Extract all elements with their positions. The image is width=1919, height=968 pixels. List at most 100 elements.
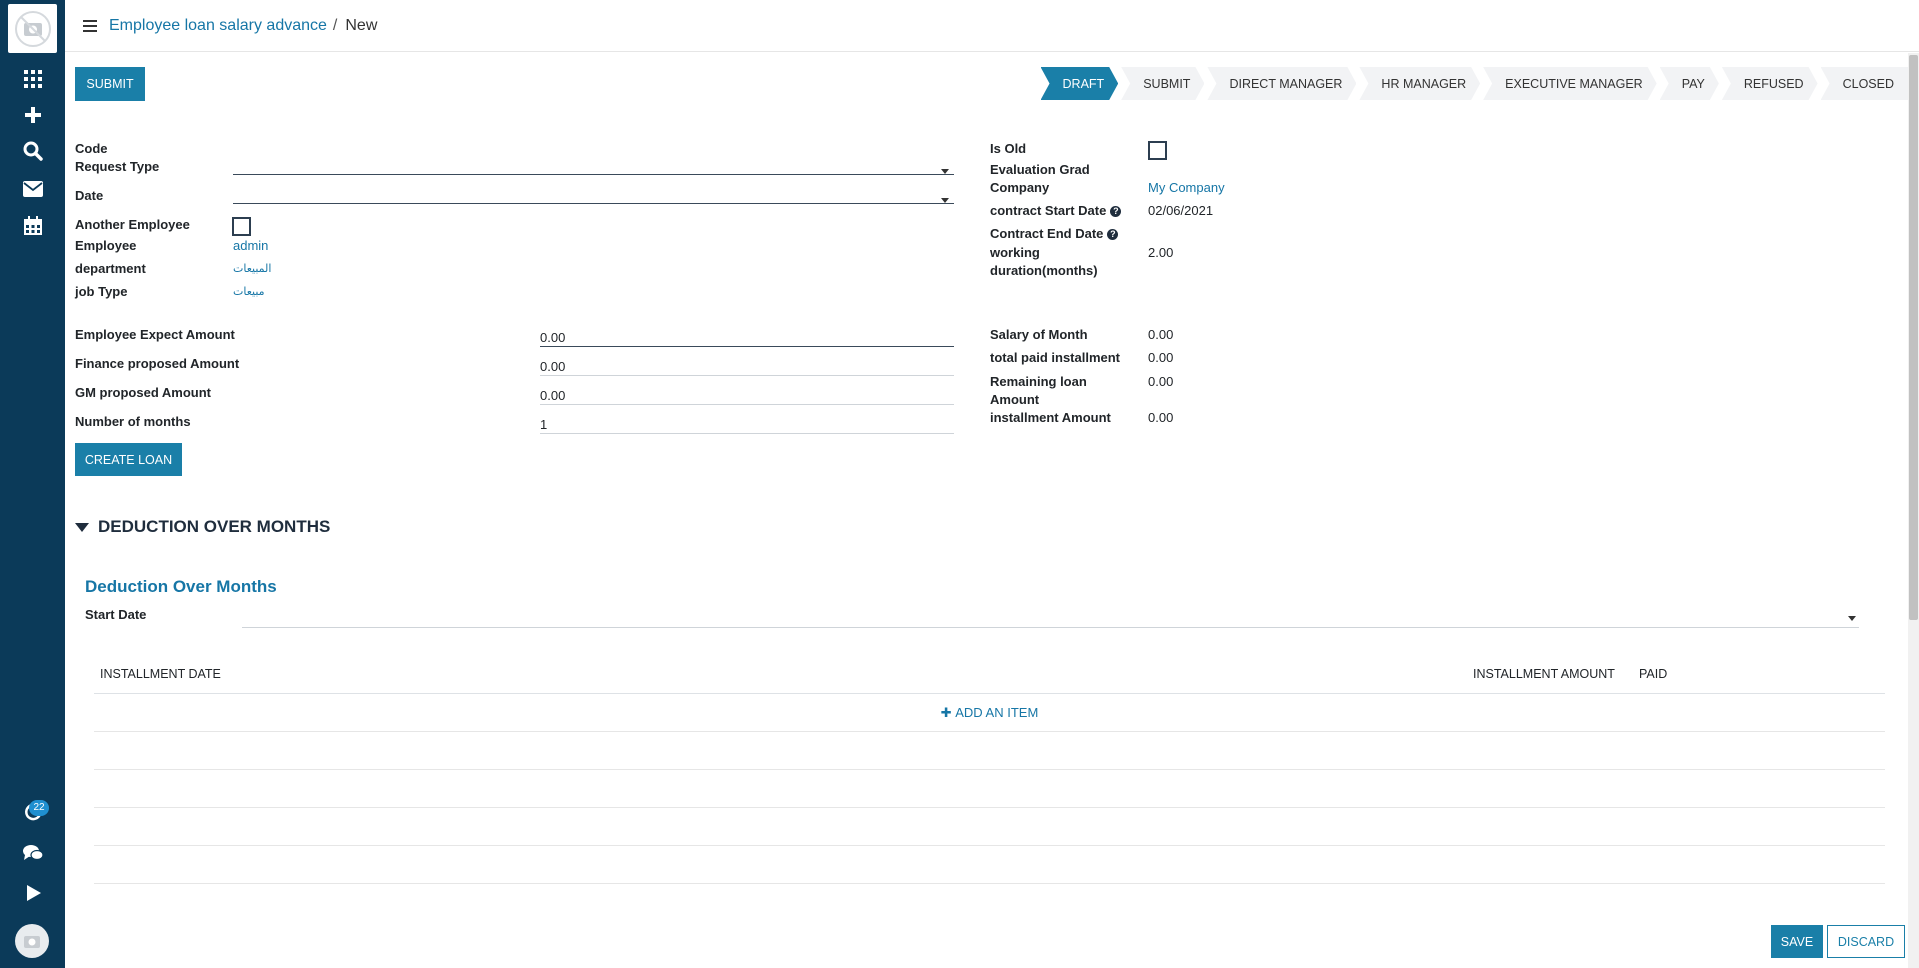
total-paid-installment-value: 0.00 [1148,350,1174,365]
finance-proposed-amount-label: Finance proposed Amount [75,356,240,371]
plus-icon[interactable] [20,102,45,127]
table-row [94,770,1885,808]
finance-proposed-amount-input[interactable] [540,354,954,376]
stage-draft[interactable]: DRAFT [1041,67,1119,100]
form-view: SUBMIT DRAFT SUBMIT DIRECT MANAGER HR MA… [65,53,1908,968]
request-type-select[interactable] [233,157,954,175]
number-of-months-label: Number of months [75,414,191,429]
working-duration-label-1: working [990,245,1040,260]
working-duration-value: 2.00 [1148,245,1174,260]
table-header: INSTALLMENT DATE INSTALLMENT AMOUNT PAID [94,654,1885,694]
app-sidebar: 22 [0,0,65,968]
remaining-loan-label-1: Remaining loan [990,374,1087,389]
job-type-label: job Type [75,284,128,299]
contract-start-value: 02/06/2021 [1148,203,1214,218]
table-row [94,808,1885,846]
page-scrollbar-thumb[interactable] [1909,55,1918,620]
deduction-section-title: DEDUCTION OVER MONTHS [98,517,331,536]
stage-submit[interactable]: SUBMIT [1121,67,1204,100]
gm-proposed-amount-value: 0.00 [540,388,566,403]
department-label: department [75,261,146,276]
installments-table: INSTALLMENT DATE INSTALLMENT AMOUNT PAID… [94,654,1885,884]
save-button[interactable]: SAVE [1771,925,1823,958]
stage-pay[interactable]: PAY [1660,67,1719,100]
total-paid-installment-label: total paid installment [990,350,1121,365]
date-label: Date [75,188,104,203]
breadcrumb-current: New [345,16,378,34]
company-label: Company [990,180,1050,195]
gm-proposed-amount-input[interactable] [540,383,954,405]
deduction-subtitle: Deduction Over Months [85,577,277,596]
company-logo[interactable] [8,4,57,53]
employee-expect-amount-input[interactable] [540,325,954,347]
start-date-input[interactable] [242,605,1859,628]
contract-end-label: Contract End Date? [990,226,1119,241]
stage-executive-manager[interactable]: EXECUTIVE MANAGER [1483,67,1657,100]
is-old-label: Is Old [990,141,1027,156]
employee-value-link[interactable]: admin [233,238,268,253]
discard-button[interactable]: DISCARD [1827,925,1905,958]
stage-hr-manager[interactable]: HR MANAGER [1359,67,1480,100]
stage-direct-manager[interactable]: DIRECT MANAGER [1207,67,1356,100]
evaluation-grad-label: Evaluation Grad [990,162,1090,177]
table-row [94,732,1885,770]
another-employee-label: Another Employee [75,217,190,232]
create-loan-button[interactable]: CREATE LOAN [75,443,182,476]
column-installment-amount[interactable]: INSTALLMENT AMOUNT [1473,667,1615,681]
mail-icon[interactable] [20,176,45,201]
installment-amount-label: installment Amount [990,410,1111,425]
breadcrumb-separator: / [332,16,338,34]
add-an-item-link[interactable]: ✚ ADD AN ITEM [94,705,1885,721]
contract-start-label: contract Start Date? [990,203,1122,218]
code-label: Code [75,141,108,156]
camera-placeholder-icon [24,936,40,948]
breadcrumb-parent-link[interactable]: Employee loan salary advance [109,17,327,35]
number-of-months-value: 1 [540,417,548,432]
stage-refused[interactable]: REFUSED [1722,67,1818,100]
job-type-value-link[interactable]: مبيعات [233,285,265,298]
chevron-down-icon [941,198,949,203]
help-icon[interactable]: ? [1107,228,1119,240]
salary-of-month-value: 0.00 [1148,327,1174,342]
column-installment-date[interactable]: INSTALLMENT DATE [100,667,221,681]
caret-down-icon [75,522,89,532]
play-icon[interactable] [20,880,45,905]
working-duration-label-2: duration(months) [990,263,1098,278]
remaining-loan-label-2: Amount [990,392,1040,407]
apps-grid-icon[interactable] [20,66,45,91]
table-row [94,846,1885,884]
search-icon[interactable] [20,138,45,163]
finance-proposed-amount-value: 0.00 [540,359,566,374]
plus-icon: ✚ [940,705,956,720]
department-value-link[interactable]: المبيعات [233,262,271,275]
calendar-icon[interactable] [20,213,45,238]
help-icon[interactable]: ? [1110,205,1122,217]
status-bar: DRAFT SUBMIT DIRECT MANAGER HR MANAGER E… [1041,67,1908,100]
date-input[interactable] [233,186,954,204]
user-avatar[interactable] [15,924,49,958]
gm-proposed-amount-label: GM proposed Amount [75,385,212,400]
table-row: ✚ ADD AN ITEM [94,694,1885,732]
top-navbar: Employee loan salary advance / New [65,0,1919,52]
chat-icon[interactable] [20,840,45,865]
camera-placeholder-icon [14,10,51,47]
submit-button[interactable]: SUBMIT [75,67,145,101]
start-date-label: Start Date [85,607,147,622]
number-of-months-input[interactable] [540,412,954,434]
column-paid[interactable]: PAID [1639,667,1667,681]
employee-expect-amount-label: Employee Expect Amount [75,327,235,342]
menu-hamburger-icon[interactable] [83,19,97,32]
installment-amount-value: 0.00 [1148,410,1174,425]
stage-closed[interactable]: CLOSED [1820,67,1908,100]
salary-of-month-label: Salary of Month [990,327,1088,342]
employee-label: Employee [75,238,137,253]
deduction-section-toggle[interactable]: DEDUCTION OVER MONTHS [75,517,330,537]
employee-expect-amount-value: 0.00 [540,330,566,345]
company-value-link[interactable]: My Company [1148,180,1225,195]
chevron-down-icon [941,169,949,174]
another-employee-checkbox[interactable] [232,217,251,236]
is-old-checkbox[interactable] [1148,141,1167,160]
request-type-label: Request Type [75,159,160,174]
notifications-badge: 22 [29,800,49,816]
remaining-loan-value: 0.00 [1148,374,1174,389]
